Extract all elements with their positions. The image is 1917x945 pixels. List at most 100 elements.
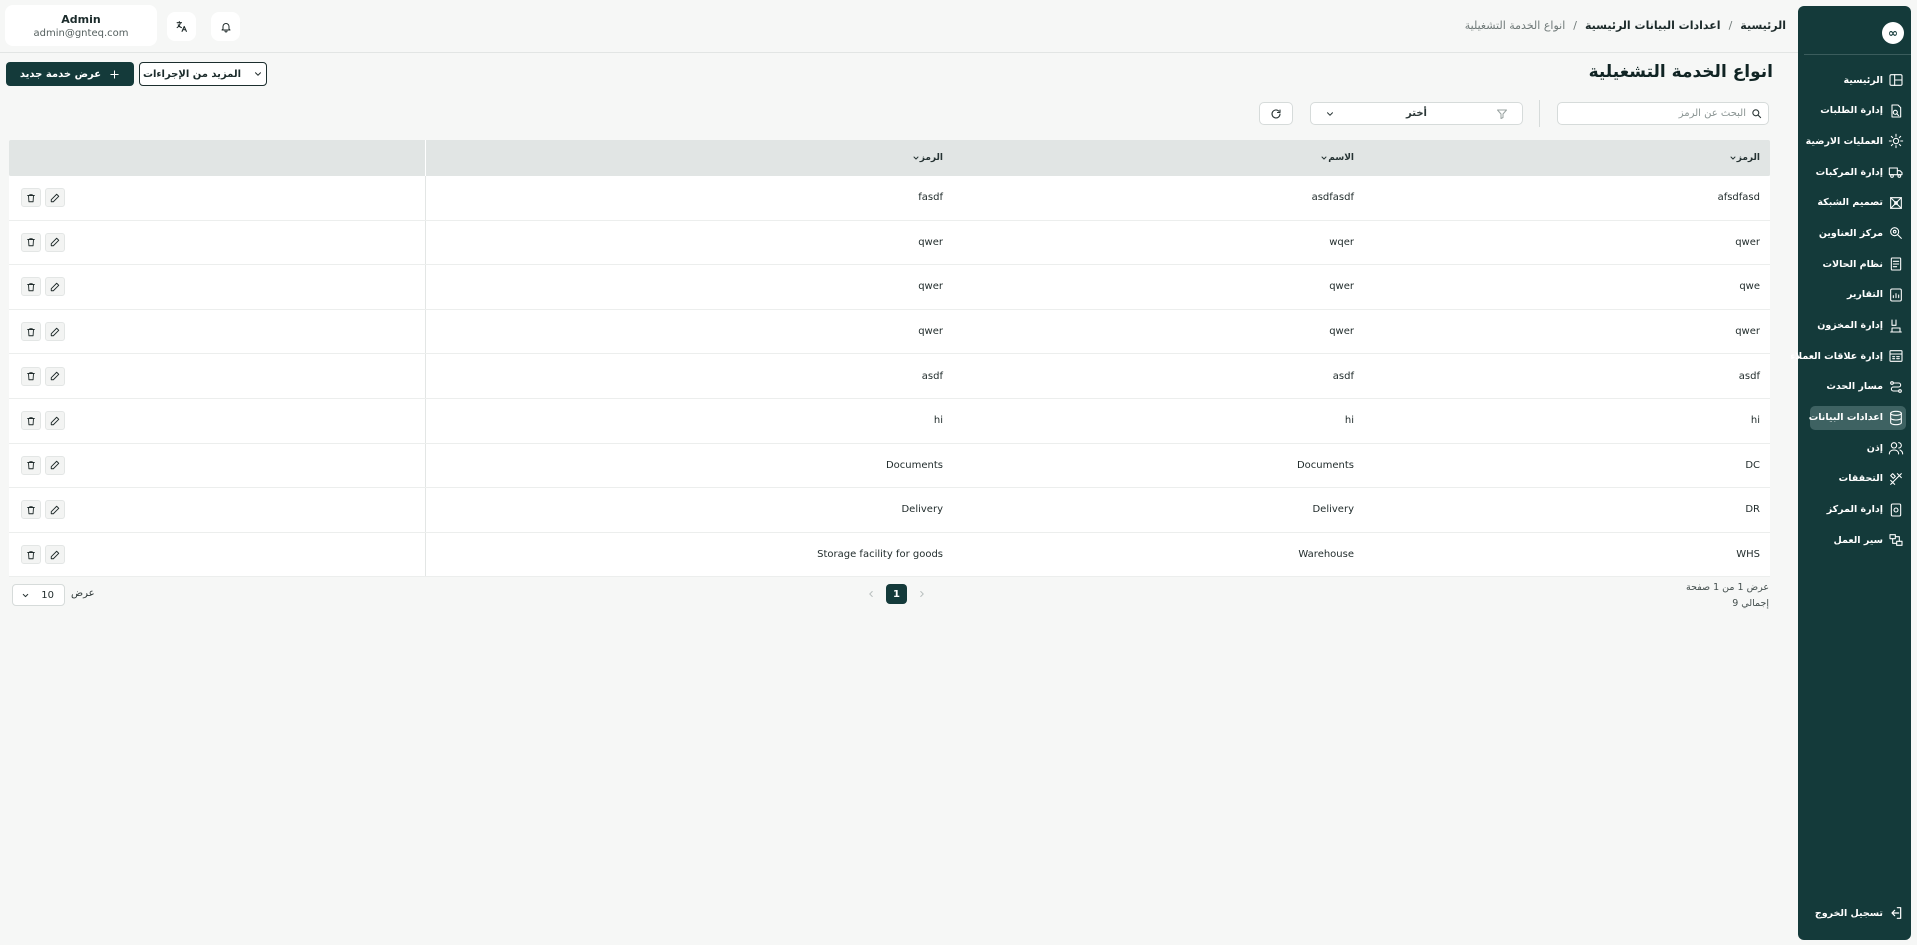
logout-icon <box>1888 905 1904 921</box>
sidebar-item-hub[interactable]: إدارة المركز <box>1810 498 1906 522</box>
cell-description: Delivery <box>901 504 943 516</box>
cell-name: qwer <box>1329 281 1354 293</box>
sidebar-item-route[interactable]: مسار الحدث <box>1810 375 1906 399</box>
edit-button[interactable] <box>45 500 65 520</box>
filter-select[interactable]: أختر <box>1310 102 1523 125</box>
delete-button[interactable] <box>21 232 41 252</box>
sidebar-item-label: إدارة الطلبات <box>1820 105 1883 117</box>
header-divider <box>0 52 1798 53</box>
page-size-label: عرض <box>71 588 95 599</box>
edit-button[interactable] <box>45 411 65 431</box>
table-row: qwer wqer qwer <box>9 220 1770 266</box>
edit-button[interactable] <box>45 455 65 475</box>
table-row: qwer qwer qwe <box>9 265 1770 310</box>
cell-name: asdfasdf <box>1311 192 1354 204</box>
delete-button[interactable] <box>21 322 41 342</box>
cell-description: Storage facility for goods <box>817 549 943 561</box>
chevron-down-icon <box>1729 154 1737 162</box>
delete-button[interactable] <box>21 277 41 297</box>
chevron-right-icon[interactable] <box>917 589 927 599</box>
row-actions <box>9 532 426 577</box>
pencil-icon <box>50 327 60 337</box>
sidebar-item-label: إدارة المخزون <box>1817 320 1883 331</box>
table-row: fasdf asdfasdf afsdfasd <box>9 176 1770 221</box>
edit-button[interactable] <box>45 322 65 342</box>
pagination-info: عرض 1 من 1 صفحة إجمالي 9 <box>1686 580 1769 612</box>
table-row: Storage facility for goods Warehouse WHS <box>9 532 1770 578</box>
header-name[interactable]: الاسم <box>953 140 1364 176</box>
route-icon <box>1888 379 1904 395</box>
database-icon <box>1888 410 1904 426</box>
sidebar-item-label: مسار الحدث <box>1826 381 1883 393</box>
users-icon <box>1888 440 1904 456</box>
sidebar-item-crm[interactable]: إدارة علاقات العملاء <box>1790 344 1906 368</box>
sidebar-item-sun-gear[interactable]: العمليات الارضية <box>1806 129 1906 153</box>
delete-button[interactable] <box>21 411 41 431</box>
plus-icon <box>109 69 120 80</box>
header-description[interactable]: الرمز <box>426 140 953 176</box>
hub-icon <box>1888 502 1904 518</box>
sidebar-item-order[interactable]: إدارة الطلبات <box>1810 99 1906 123</box>
search-icon <box>1751 108 1762 119</box>
sidebar-item-inventory[interactable]: إدارة المخزون <box>1810 314 1906 338</box>
cell-code: DC <box>1745 459 1760 471</box>
sidebar-item-users[interactable]: إذن <box>1810 436 1906 460</box>
delete-button[interactable] <box>21 455 41 475</box>
sidebar-item-network[interactable]: تصميم الشبكة <box>1810 191 1906 215</box>
sidebar-item-tools[interactable]: التحققات <box>1810 467 1906 491</box>
page-number-current[interactable]: 1 <box>886 584 907 604</box>
pencil-icon <box>50 550 60 560</box>
edit-button[interactable] <box>45 277 65 297</box>
cell-code: qwer <box>1735 236 1760 248</box>
trash-icon <box>26 282 36 292</box>
search-input[interactable] <box>1566 103 1746 124</box>
user-card[interactable]: Admin admin@gnteq.com <box>5 5 157 46</box>
notifications-button[interactable] <box>211 12 240 41</box>
breadcrumb-section[interactable]: اعدادات البيانات الرئيسية <box>1585 19 1721 32</box>
more-actions-button[interactable]: المزيد من الإجراءات <box>139 62 267 86</box>
user-name: Admin <box>61 13 101 26</box>
sidebar-item-label: إدارة المركز <box>1826 504 1883 516</box>
cell-name: asdf <box>1332 370 1354 382</box>
page-title: انواع الخدمة التشغيلية <box>1588 62 1773 82</box>
table-row: qwer qwer qwer <box>9 309 1770 355</box>
edit-button[interactable] <box>45 188 65 208</box>
table-body: fasdf asdfasdf afsdfasd qwer wqer qwer q… <box>9 176 1770 578</box>
cell-code: hi <box>1750 415 1760 427</box>
cell-description: qwer <box>918 281 943 293</box>
refresh-button[interactable] <box>1259 102 1293 125</box>
language-button[interactable] <box>167 12 196 41</box>
sidebar-item-truck[interactable]: إدارة المركبات <box>1810 160 1906 184</box>
chevron-down-icon <box>253 69 263 79</box>
cell-description: Documents <box>885 459 943 471</box>
sidebar-item-workflow[interactable]: سير العمل <box>1810 528 1906 552</box>
sidebar-item-status[interactable]: نظام الحالات <box>1810 252 1906 276</box>
sidebar-item-label: نظام الحالات <box>1822 258 1883 270</box>
delete-button[interactable] <box>21 366 41 386</box>
row-actions <box>9 309 426 354</box>
cell-description: fasdf <box>918 192 943 204</box>
edit-button[interactable] <box>45 545 65 565</box>
edit-button[interactable] <box>45 232 65 252</box>
delete-button[interactable] <box>21 188 41 208</box>
logout-button[interactable]: تسجيل الخروج <box>1810 901 1906 925</box>
breadcrumb-home[interactable]: الرئيسية <box>1740 19 1786 32</box>
delete-button[interactable] <box>21 545 41 565</box>
sidebar: ∞ الرئيسية إدارة الطلبات العمليات الارضي… <box>1790 6 1911 940</box>
pencil-icon <box>50 371 60 381</box>
delete-button[interactable] <box>21 500 41 520</box>
header-code[interactable]: الرمز <box>1364 140 1770 176</box>
sidebar-item-location[interactable]: مركز العناوين <box>1810 221 1906 245</box>
sidebar-item-report[interactable]: التقارير <box>1810 283 1906 307</box>
sidebar-item-layout[interactable]: الرئيسية <box>1810 68 1906 92</box>
edit-button[interactable] <box>45 366 65 386</box>
logo-icon[interactable]: ∞ <box>1882 22 1904 44</box>
sidebar-item-database[interactable]: اعدادات البيانات <box>1809 405 1906 430</box>
sidebar-item-label: مركز العناوين <box>1818 227 1883 239</box>
chevron-left-icon[interactable] <box>866 589 876 599</box>
cell-name: Delivery <box>1312 504 1354 516</box>
page-size-select[interactable]: 10 <box>12 584 65 606</box>
status-icon <box>1888 256 1904 272</box>
add-service-button[interactable]: عرض خدمة جديد <box>6 62 134 86</box>
more-actions-label: المزيد من الإجراءات <box>142 68 242 80</box>
